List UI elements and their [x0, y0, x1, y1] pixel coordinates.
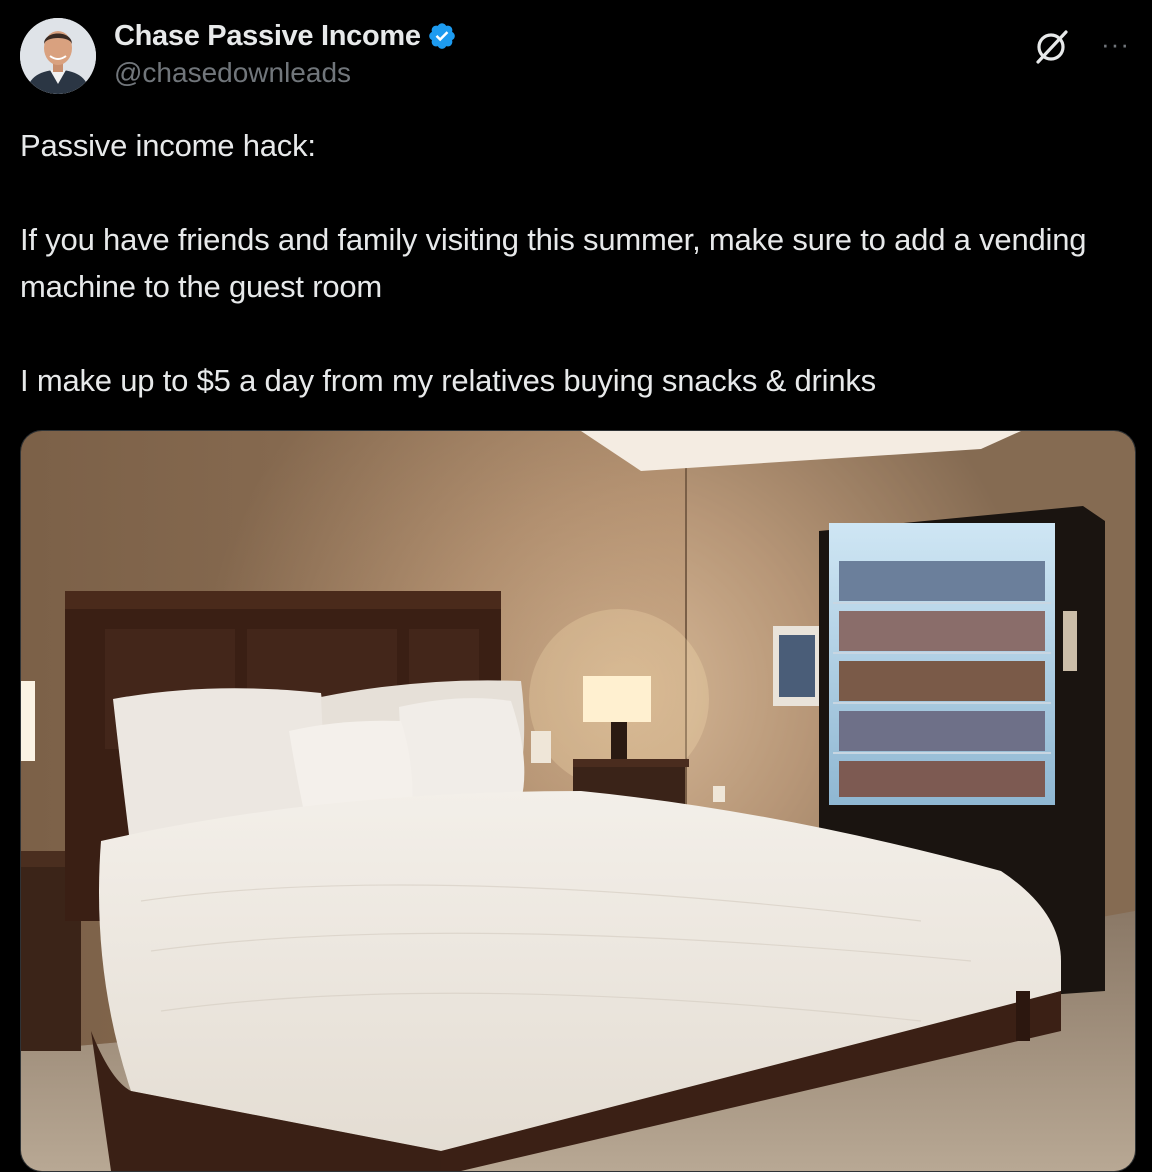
- grok-icon[interactable]: [1032, 26, 1072, 66]
- bedroom-photo-icon: [21, 431, 1135, 1171]
- avatar-photo-icon: [20, 18, 96, 94]
- user-handle[interactable]: @chasedownleads: [114, 57, 457, 89]
- tweet-header: Chase Passive Income @chasedownleads ···: [20, 16, 1132, 100]
- avatar[interactable]: [20, 18, 96, 94]
- tweet-paragraph: I make up to $5 a day from my relatives …: [20, 363, 876, 398]
- verified-badge-icon[interactable]: [427, 21, 457, 51]
- display-name[interactable]: Chase Passive Income: [114, 20, 421, 53]
- tweet-text: Passive income hack: If you have friends…: [20, 122, 1132, 404]
- more-icon[interactable]: ···: [1101, 31, 1130, 57]
- tweet-paragraph: Passive income hack:: [20, 128, 316, 163]
- tweet-media-photo[interactable]: [20, 430, 1136, 1172]
- tweet-paragraph: If you have friends and family visiting …: [20, 222, 1087, 304]
